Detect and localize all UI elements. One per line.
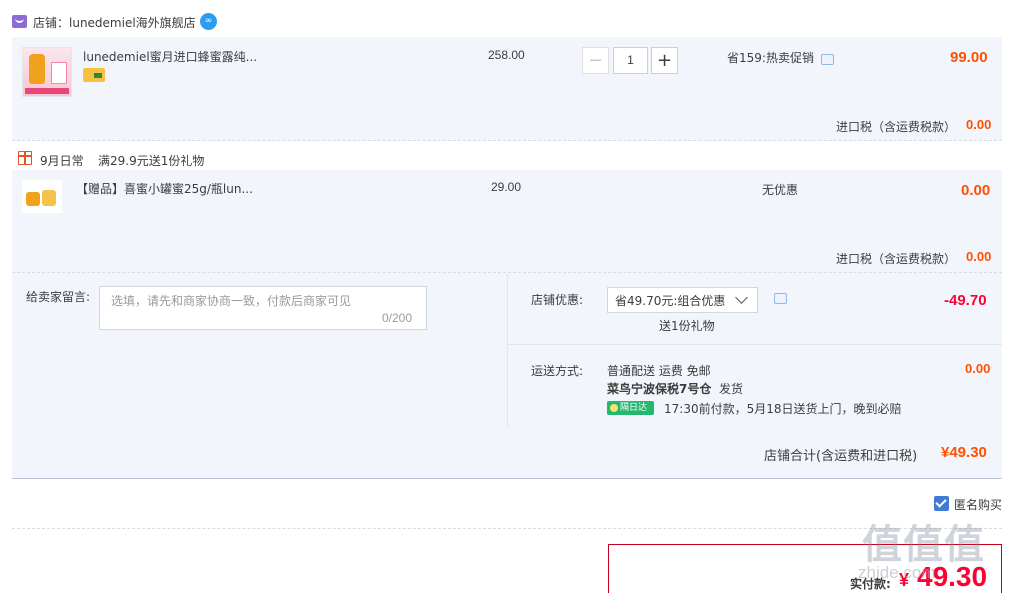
delivery-promise: 17:30前付款，5月18日送货上门，晚到必赔 — [664, 402, 902, 416]
item-promotion: 省159:热卖促销 — [727, 51, 814, 65]
gift-rule: 满29.9元送1份礼物 — [98, 154, 205, 168]
anonymous-label[interactable]: 匿名购买 — [954, 496, 1002, 513]
discount-amount: -49.70 — [944, 292, 987, 309]
next-day-badge: 隔日达 — [607, 401, 654, 415]
service-badge-icon — [83, 68, 105, 82]
store-discount-label: 店铺优惠: — [531, 293, 584, 307]
import-tax-value: 0.00 — [966, 117, 992, 132]
seller-note-label: 给卖家留言: — [26, 290, 91, 304]
unit-price: 258.00 — [488, 48, 525, 62]
honey-jar-graphic — [26, 192, 40, 206]
import-tax-value: 0.00 — [966, 249, 992, 264]
section-divider — [12, 528, 1002, 529]
product-band-graphic — [25, 88, 69, 94]
quantity-stepper: − 1 + — [582, 47, 678, 74]
product-thumbnail[interactable] — [22, 180, 62, 213]
item-total: 99.00 — [950, 49, 988, 66]
product-thumbnail[interactable] — [22, 47, 72, 97]
unit-price: 29.00 — [491, 180, 522, 194]
product-title[interactable]: lunedemiel蜜月进口蜂蜜露纯... — [83, 48, 257, 65]
honey-jar-graphic — [42, 190, 56, 206]
store-subtotal-label: 店铺合计(含运费和进口税) — [764, 449, 918, 464]
store-name[interactable]: 店铺：lunedemiel海外旗舰店 — [33, 14, 196, 31]
product-title[interactable]: 【赠品】喜蜜小罐蜜25g/瓶lun... — [76, 180, 253, 197]
promo-info-icon[interactable] — [821, 54, 834, 65]
anonymous-checkbox[interactable] — [934, 496, 949, 511]
item-promotion: 无优惠 — [762, 183, 799, 197]
quantity-input[interactable]: 1 — [613, 47, 648, 74]
gift-icon — [18, 151, 32, 165]
shipping-fee: 0.00 — [965, 361, 991, 376]
seller-note-placeholder: 选填，请先和商家协商一致，付款后商家可见 — [111, 294, 352, 308]
shipping-label: 运送方式: — [531, 364, 584, 378]
gift-event-name: 9月日常 — [40, 154, 84, 168]
gift-note: 送1份礼物 — [659, 319, 715, 333]
store-subtotal-value: ¥49.30 — [941, 444, 987, 461]
import-tax-label: 进口税（含运费税款） — [836, 120, 957, 134]
honey-jar-graphic — [29, 54, 45, 84]
chat-icon[interactable]: ∞ — [200, 13, 217, 30]
seller-note-counter: 0/200 — [382, 311, 413, 325]
discount-info-icon[interactable] — [774, 293, 787, 304]
quantity-decrease-button[interactable]: − — [582, 47, 609, 74]
warehouse-name: 菜鸟宁波保税7号仓 — [607, 382, 712, 396]
dispatch-text: 发货 — [719, 382, 744, 396]
panel-divider — [507, 274, 508, 428]
store-icon — [12, 15, 27, 28]
watermark-url: zhide.com — [858, 563, 936, 582]
panel-divider — [508, 344, 1002, 345]
shipping-warehouse: 菜鸟宁波保税7号仓 发货 — [607, 380, 743, 397]
watermark-logo: 值值值 — [862, 522, 985, 568]
product-box-graphic — [51, 62, 67, 84]
shipping-method: 普通配送 运费 免邮 — [607, 364, 711, 378]
store-discount-selected: 省49.70元:组合优惠 — [615, 294, 726, 308]
item-total: 0.00 — [961, 182, 991, 199]
import-tax-label: 进口税（含运费税款） — [836, 252, 957, 266]
quantity-increase-button[interactable]: + — [651, 47, 678, 74]
